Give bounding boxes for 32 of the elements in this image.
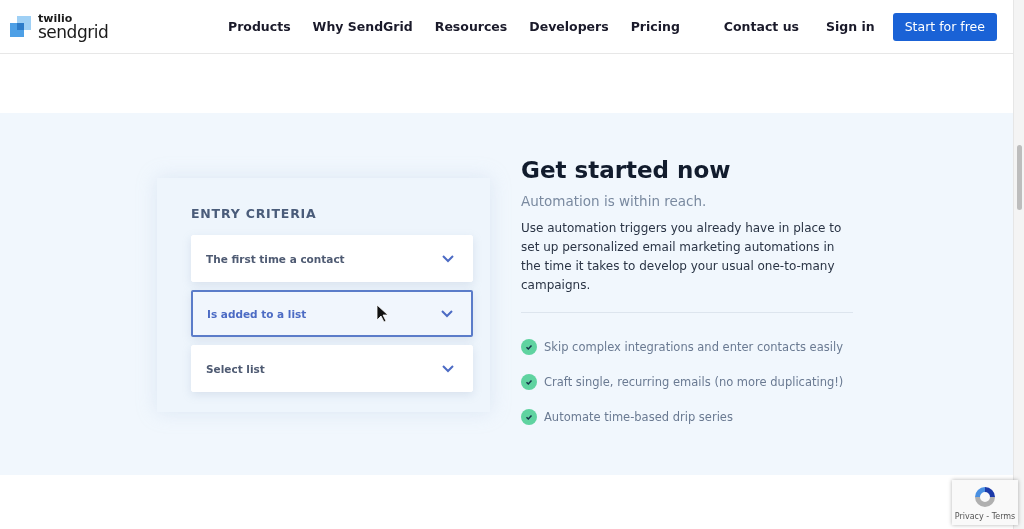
- nav-link[interactable]: Products: [228, 19, 291, 34]
- logo-icon: [10, 15, 32, 38]
- criteria-dropdown[interactable]: The first time a contact: [191, 235, 473, 282]
- cursor-icon: [376, 304, 388, 323]
- check-icon: [521, 373, 537, 390]
- recaptcha-links[interactable]: Privacy - Terms: [954, 512, 1016, 521]
- nav-link[interactable]: Resources: [434, 19, 508, 34]
- chevron-down-icon: [441, 309, 453, 318]
- section-title: Get started now: [521, 157, 732, 183]
- header-link[interactable]: Sign in: [826, 19, 875, 34]
- check-icon: [521, 338, 537, 355]
- panel-title: ENTRY CRITERIA: [191, 206, 318, 221]
- section-body: Use automation triggers you already have in place to set up personalized email marketing automations in the time it takes to develop your usual one-to-many campaigns.: [521, 220, 843, 294]
- check-icon: [521, 408, 537, 425]
- recaptcha-badge[interactable]: Privacy - Terms: [952, 480, 1018, 525]
- nav-link[interactable]: Why SendGrid: [312, 19, 413, 34]
- logo-text: sendgrid: [38, 23, 109, 41]
- chevron-down-icon: [442, 364, 454, 373]
- logo-text: twilio: [38, 12, 73, 24]
- scrollbar[interactable]: [1013, 0, 1024, 529]
- header-link[interactable]: Contact us: [723, 19, 799, 34]
- section-subtitle: Automation is within reach.: [521, 193, 708, 209]
- criteria-dropdown[interactable]: Is added to a list: [191, 290, 473, 337]
- feature-text: Craft single, recurring emails (no more duplicating!): [544, 374, 844, 389]
- recaptcha-icon: [972, 484, 998, 510]
- nav-link[interactable]: Pricing: [630, 19, 680, 34]
- criteria-dropdown[interactable]: Select list: [191, 345, 473, 392]
- start-button[interactable]: Start for free: [892, 12, 997, 41]
- chevron-down-icon: [442, 254, 454, 263]
- nav-link[interactable]: Developers: [529, 19, 609, 34]
- feature-text: Automate time-based drip series: [544, 409, 733, 424]
- feature-text: Skip complex integrations and enter contacts easily: [544, 339, 843, 354]
